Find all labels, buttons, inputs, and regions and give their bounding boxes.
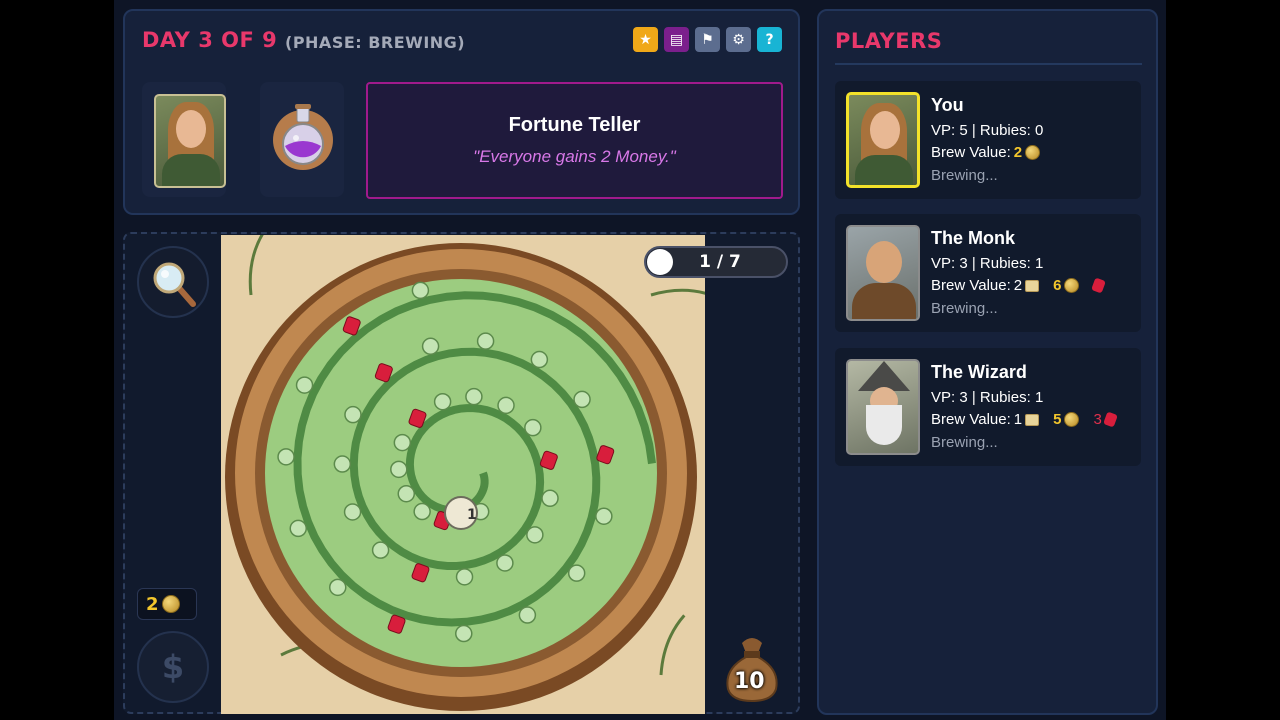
board-space (526, 526, 544, 544)
brew-ruby-value: 3 (1093, 411, 1102, 428)
players-title: PLAYERS (835, 29, 943, 53)
player-name: The Monk (931, 228, 1015, 248)
player-brew-value: Brew Value: 1 5 3 (931, 411, 1118, 428)
ruby-icon (1102, 411, 1118, 428)
magnifier-button[interactable] (137, 246, 209, 318)
ruby-icon (1091, 277, 1107, 294)
board-space (595, 507, 613, 525)
board-space (465, 387, 483, 406)
avatar (846, 359, 920, 455)
game-app: DAY 3 OF 9 (PHASE: BREWING) ★ ▤ ⚑ ⚙ ? Fo… (114, 0, 1166, 720)
board-space (333, 455, 352, 473)
avatar (846, 92, 920, 188)
potion-icon (273, 104, 333, 170)
player-brew-value: Brew Value: 2 6 (931, 277, 1107, 294)
board-space (289, 519, 307, 538)
board-space (518, 606, 537, 624)
money-value: 2 (146, 593, 159, 615)
progress-knob (647, 249, 673, 275)
board-space (277, 448, 295, 466)
event-card-title: Fortune Teller (508, 114, 641, 136)
current-player-portrait-slot (142, 82, 226, 197)
herb-icon (248, 235, 265, 296)
board-space (530, 350, 549, 369)
potion-slot (260, 82, 344, 197)
player-token-label: 1 (467, 507, 477, 523)
board-space (541, 489, 559, 508)
coin-icon (1064, 278, 1080, 293)
player-brew-value: Brew Value: 2 (931, 144, 1041, 161)
board-space (397, 484, 416, 503)
brew-scroll-value: 2 (1013, 277, 1023, 294)
board-space (455, 568, 474, 586)
event-card: Fortune Teller "Everyone gains 2 Money." (366, 82, 783, 199)
scroll-icon (1025, 279, 1040, 292)
board-space (343, 503, 362, 521)
flag-icon[interactable]: ⚑ (695, 27, 720, 52)
board-space (476, 332, 495, 350)
brew-label: Brew Value: (931, 277, 1011, 294)
board-space (421, 337, 440, 356)
phase-label: (PHASE: BREWING) (285, 33, 466, 52)
herb-icon (659, 614, 686, 676)
bag-count: 10 (734, 669, 765, 694)
board-space (328, 578, 347, 597)
player-card-you[interactable]: You VP: 5 | Rubies: 0 Brew Value: 2 Brew… (835, 81, 1141, 199)
player-card-monk[interactable]: The Monk VP: 3 | Rubies: 1 Brew Value: 2… (835, 214, 1141, 332)
player-name: The Wizard (931, 362, 1027, 382)
board-space (393, 433, 412, 452)
board-space (433, 392, 452, 411)
player-stats: VP: 3 | Rubies: 1 (931, 255, 1044, 272)
player-status: Brewing... (931, 167, 998, 184)
ingredient-bag[interactable]: 10 (720, 631, 784, 703)
brew-label: Brew Value: (931, 144, 1011, 161)
players-panel: PLAYERS You VP: 5 | Rubies: 0 Brew Value… (817, 9, 1158, 715)
board-space (524, 418, 542, 437)
help-icon[interactable]: ? (757, 27, 782, 52)
progress-counter: 1 / 7 (644, 246, 788, 278)
progress-text: 1 / 7 (699, 252, 741, 272)
board-space (295, 376, 314, 394)
money-chip: 2 (137, 588, 197, 620)
magnifier-icon (153, 262, 196, 307)
book-icon[interactable]: ▤ (664, 27, 689, 52)
board-space (497, 396, 515, 415)
board-panel: 1 1 / 7 2 $ 10 (123, 232, 800, 714)
coin-icon (161, 595, 180, 613)
player-status: Brewing... (931, 300, 998, 317)
toolbar-icons: ★ ▤ ⚑ ⚙ ? (633, 27, 782, 52)
board-space (413, 502, 431, 521)
scroll-icon (1025, 413, 1040, 426)
player-name: You (931, 95, 964, 115)
coin-icon (1025, 145, 1041, 160)
brew-scroll-value: 1 (1013, 411, 1023, 428)
cauldron-board[interactable]: 1 (221, 235, 705, 714)
player-status: Brewing... (931, 434, 998, 451)
board-space (411, 281, 430, 300)
board-space (573, 390, 591, 409)
player-stats: VP: 3 | Rubies: 1 (931, 389, 1044, 406)
buy-button[interactable]: $ (137, 631, 209, 703)
board-space (344, 405, 362, 424)
brew-money-value: 2 (1013, 144, 1023, 161)
divider (835, 63, 1142, 65)
player-card-wizard[interactable]: The Wizard VP: 3 | Rubies: 1 Brew Value:… (835, 348, 1141, 466)
header-panel: DAY 3 OF 9 (PHASE: BREWING) ★ ▤ ⚑ ⚙ ? Fo… (123, 9, 800, 215)
brew-label: Brew Value: (931, 411, 1011, 428)
board-space (455, 624, 473, 643)
brew-coin-value: 6 (1053, 277, 1062, 294)
coin-icon (1064, 412, 1080, 427)
board-space (567, 564, 586, 582)
day-label: DAY 3 OF 9 (142, 28, 278, 52)
brew-coin-value: 5 (1053, 411, 1062, 428)
board-space (496, 554, 514, 572)
avatar (846, 225, 920, 321)
board-space (390, 460, 408, 479)
event-card-description: "Everyone gains 2 Money." (473, 147, 676, 166)
player-stats: VP: 5 | Rubies: 0 (931, 122, 1044, 139)
board-space (371, 541, 390, 559)
gear-icon[interactable]: ⚙ (726, 27, 751, 52)
player-portrait (154, 94, 226, 188)
star-icon[interactable]: ★ (633, 27, 658, 52)
